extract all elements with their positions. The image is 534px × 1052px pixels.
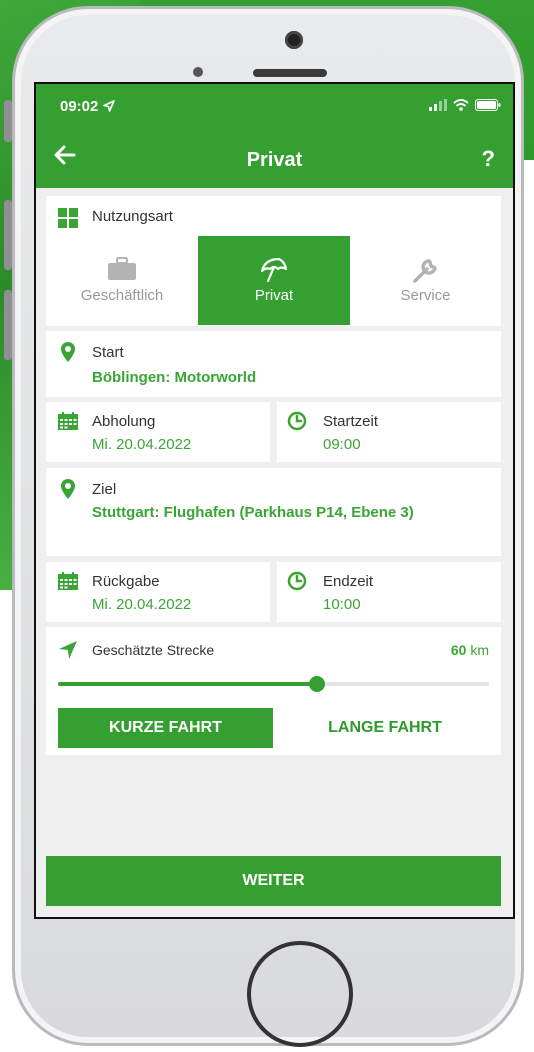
- pickup-date-card[interactable]: Abholung Mi. 20.04.2022: [46, 402, 270, 462]
- map-pin-icon: [61, 479, 75, 499]
- wrench-icon: [412, 259, 437, 283]
- end-time-card[interactable]: Endzeit 10:00: [277, 562, 501, 622]
- navigation-bar: Privat ?: [36, 130, 513, 188]
- app-screen: 09:02 Privat ? Nutzungsart Geschäftlich …: [34, 82, 515, 919]
- map-pin-icon: [61, 342, 75, 362]
- battery-icon: [475, 99, 501, 111]
- start-time-label: Startzeit: [323, 413, 379, 430]
- return-label: Rückgabe: [92, 573, 160, 590]
- start-label: Start: [92, 344, 124, 361]
- usage-option-private-label: Privat: [254, 287, 294, 304]
- proximity-sensor: [193, 67, 203, 77]
- calendar-icon: [58, 572, 78, 590]
- usage-option-service-label: Service: [400, 287, 451, 304]
- short-trip-button[interactable]: KURZE FAHRT: [58, 708, 273, 748]
- usage-option-business[interactable]: Geschäftlich: [46, 236, 198, 325]
- distance-label: Geschätzte Strecke: [92, 642, 215, 658]
- mute-switch: [4, 100, 12, 142]
- status-time: 09:02: [60, 98, 115, 115]
- return-value: Mi. 20.04.2022: [92, 596, 192, 613]
- distance-readout: 60 km: [451, 642, 489, 658]
- home-button[interactable]: [247, 941, 353, 1047]
- grid-icon: [58, 208, 78, 228]
- pickup-value: Mi. 20.04.2022: [92, 436, 192, 453]
- usage-option-service[interactable]: Service: [350, 236, 501, 325]
- clock-icon: [287, 411, 307, 431]
- usage-option-business-label: Geschäftlich: [80, 287, 164, 304]
- volume-up-button: [4, 200, 12, 270]
- usage-type-title: Nutzungsart: [92, 208, 173, 225]
- start-time-card[interactable]: Startzeit 09:00: [277, 402, 501, 462]
- signal-icon: [429, 99, 447, 111]
- help-button[interactable]: ?: [482, 146, 495, 172]
- distance-card: Geschätzte Strecke 60 km KURZE FAHRT LAN…: [46, 627, 501, 755]
- calendar-icon: [58, 412, 78, 430]
- return-date-card[interactable]: Rückgabe Mi. 20.04.2022: [46, 562, 270, 622]
- usage-option-private[interactable]: Privat: [198, 236, 350, 325]
- umbrella-icon: [260, 257, 288, 283]
- status-icons: [429, 99, 501, 111]
- destination-card[interactable]: Ziel Stuttgart: Flughafen (Parkhaus P14,…: [46, 468, 501, 556]
- end-time-label: Endzeit: [323, 573, 374, 590]
- distance-unit: km: [470, 642, 489, 658]
- destination-label: Ziel: [92, 481, 117, 498]
- earpiece-speaker: [253, 69, 327, 77]
- end-time-value: 10:00: [323, 596, 361, 613]
- clock-icon: [287, 571, 307, 591]
- distance-slider-thumb[interactable]: [308, 676, 325, 692]
- volume-down-button: [4, 290, 12, 360]
- pickup-label: Abholung: [92, 413, 156, 430]
- status-bar: 09:02: [36, 84, 513, 130]
- next-button[interactable]: WEITER: [46, 856, 501, 906]
- long-trip-button[interactable]: LANGE FAHRT: [281, 708, 489, 748]
- location-arrow-icon: [102, 100, 115, 112]
- time-text: 09:02: [60, 98, 99, 115]
- start-location-card[interactable]: Start Böblingen: Motorworld: [46, 331, 501, 397]
- front-camera: [285, 31, 303, 49]
- briefcase-icon: [108, 257, 136, 280]
- distance-value: 60: [450, 642, 467, 658]
- page-title: Privat: [246, 149, 303, 171]
- navigation-arrow-icon: [59, 641, 77, 659]
- distance-slider-fill: [58, 682, 317, 686]
- start-time-value: 09:00: [323, 436, 361, 453]
- start-value: Böblingen: Motorworld: [92, 369, 257, 386]
- destination-value: Stuttgart: Flughafen (Parkhaus P14, Eben…: [92, 504, 414, 521]
- wifi-icon: [453, 99, 469, 111]
